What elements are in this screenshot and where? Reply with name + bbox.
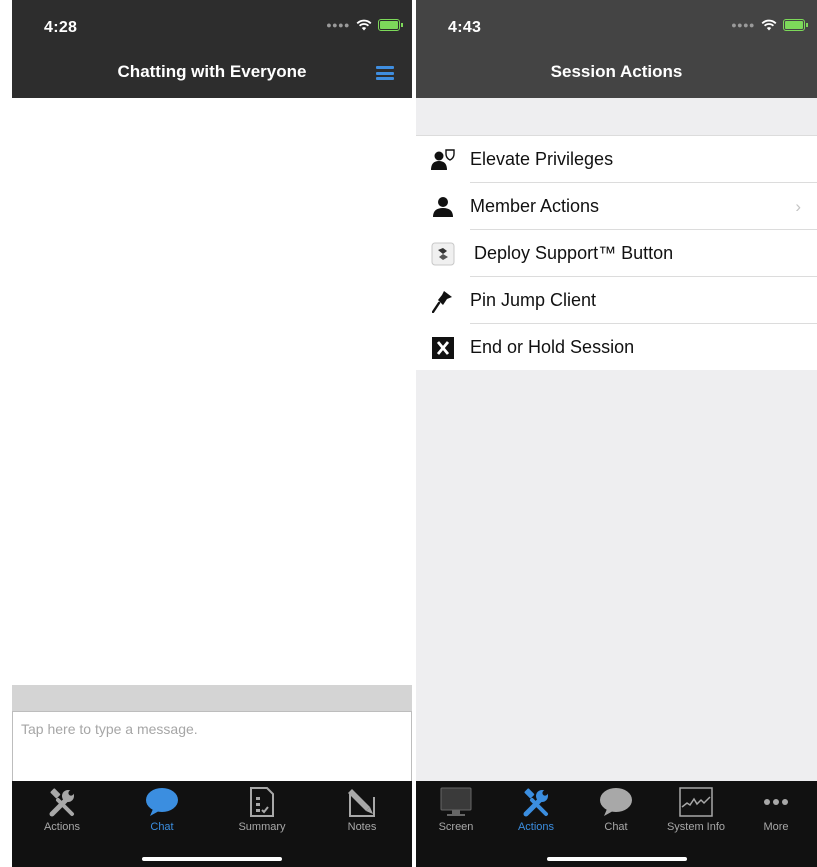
- tab-label: Chat: [604, 821, 628, 833]
- chat-divider-bar: [12, 685, 412, 711]
- tab-label: Chat: [150, 821, 174, 833]
- battery-icon: [783, 19, 808, 31]
- tab-label: Summary: [238, 821, 286, 833]
- chat-bubble-icon: [600, 788, 632, 816]
- member-icon: [433, 196, 453, 217]
- tab-chat[interactable]: Chat: [576, 787, 656, 833]
- signal-icon: ●●●●: [326, 20, 350, 30]
- action-label: Elevate Privileges: [470, 149, 614, 169]
- tab-bar: Screen Actions Chat System Info More: [416, 781, 817, 867]
- tab-chat[interactable]: Chat: [122, 787, 202, 833]
- notes-icon: [348, 789, 375, 817]
- tab-label: Actions: [43, 821, 81, 833]
- tab-more[interactable]: More: [736, 787, 816, 833]
- status-time: 4:28: [44, 19, 78, 36]
- action-label: Pin Jump Client: [470, 290, 597, 310]
- nav-bar: Session Actions: [416, 46, 817, 98]
- action-deploy-support-button[interactable]: Deploy Support™ Button: [416, 230, 817, 277]
- tab-label: System Info: [666, 821, 726, 833]
- session-actions-list: Elevate Privileges Member Actions › Depl…: [416, 136, 817, 371]
- action-label: Member Actions: [470, 196, 600, 216]
- tab-label: Notes: [347, 821, 377, 833]
- wifi-icon: [356, 19, 372, 31]
- status-indicators: ●●●●: [731, 19, 808, 31]
- tab-system-info[interactable]: System Info: [656, 787, 736, 833]
- action-end-or-hold-session[interactable]: End or Hold Session: [416, 324, 817, 371]
- summary-doc-icon: [250, 787, 274, 817]
- tab-summary[interactable]: Summary: [222, 787, 302, 833]
- tools-icon: [523, 788, 548, 817]
- page-title: Chatting with Everyone: [117, 62, 307, 81]
- action-label: Deploy Support™ Button: [474, 243, 674, 263]
- action-pin-jump-client[interactable]: Pin Jump Client: [416, 277, 817, 324]
- session-actions-screen: 4:43 ●●●● Session Actions Elevate Privil…: [416, 0, 817, 867]
- status-bar: 4:28 ●●●●: [12, 0, 412, 46]
- list-group-header: [416, 98, 817, 136]
- page-title: Session Actions: [550, 62, 683, 81]
- message-box[interactable]: [12, 711, 412, 782]
- support-button-icon: [431, 242, 455, 265]
- message-input[interactable]: [19, 720, 403, 738]
- home-indicator[interactable]: [142, 857, 282, 861]
- chat-message-area[interactable]: [12, 98, 412, 685]
- more-dots-icon: [764, 799, 788, 805]
- menu-icon[interactable]: [376, 66, 394, 81]
- tab-bar: Actions Chat Summary Notes: [12, 781, 412, 867]
- tab-notes[interactable]: Notes: [322, 787, 402, 833]
- action-member-actions[interactable]: Member Actions ›: [416, 183, 817, 230]
- status-indicators: ●●●●: [326, 19, 403, 31]
- tab-label: More: [763, 821, 789, 833]
- system-info-icon: [679, 787, 713, 817]
- tab-screen[interactable]: Screen: [416, 787, 496, 833]
- home-indicator[interactable]: [546, 857, 687, 861]
- action-label: End or Hold Session: [470, 337, 635, 357]
- action-elevate-privileges[interactable]: Elevate Privileges: [416, 136, 817, 183]
- elevate-user-icon: [431, 148, 455, 170]
- status-time: 4:43: [448, 19, 482, 36]
- signal-icon: ●●●●: [731, 20, 755, 30]
- tab-actions[interactable]: Actions: [22, 787, 102, 833]
- tab-label: Actions: [517, 821, 555, 833]
- x-box-icon: [432, 336, 454, 359]
- chevron-right-icon: ›: [795, 197, 801, 216]
- tab-label: Screen: [438, 821, 474, 833]
- status-bar: 4:43 ●●●●: [416, 0, 817, 46]
- wifi-icon: [761, 19, 777, 31]
- battery-icon: [378, 19, 403, 31]
- empty-list-area: [416, 370, 817, 781]
- monitor-icon: [440, 787, 472, 816]
- pin-icon: [432, 290, 452, 313]
- nav-bar: Chatting with Everyone: [12, 46, 412, 98]
- chat-screen: 4:28 ●●●● Chatting with Everyone Tap her…: [12, 0, 412, 867]
- tab-actions[interactable]: Actions: [496, 787, 576, 833]
- chat-bubble-icon: [146, 788, 178, 816]
- tools-icon: [49, 788, 74, 817]
